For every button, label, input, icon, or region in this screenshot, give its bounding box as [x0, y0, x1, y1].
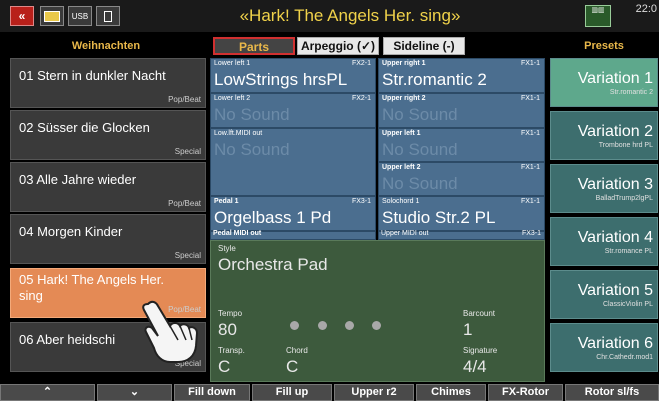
usb-icon[interactable]: USB [68, 6, 92, 26]
variation-2-button[interactable]: Variation 2 Trombone hrd PL [550, 111, 658, 160]
beat-dot [318, 321, 327, 330]
part-solochord-1[interactable]: Solochord 1 FX1-1 Studio Str.2 PL [378, 196, 545, 231]
transpose-value: C [218, 357, 231, 376]
chevron-up-icon: ⌃ [42, 386, 53, 398]
barcount-value: 1 [463, 320, 473, 339]
song-item[interactable]: 04 Morgen Kinder Special [10, 214, 206, 264]
song-item[interactable]: 02 Süsser die Glocken Special [10, 110, 206, 160]
song-name: 02 Süsser die Glocken [19, 120, 150, 135]
variation-3-button[interactable]: Variation 3 BalladTrump2lgPL [550, 164, 658, 213]
chimes-button[interactable]: Chimes [416, 384, 486, 401]
fx-rotor-button[interactable]: FX-Rotor [488, 384, 563, 401]
signature-label: Signature [463, 346, 498, 355]
back-button[interactable]: « [10, 6, 34, 26]
trash-icon[interactable] [96, 6, 120, 26]
song-name: 01 Stern in dunkler Nacht [19, 68, 166, 83]
song-name: 06 Aber heidschi [19, 332, 116, 347]
folder-header: Weihnachten [71, 40, 141, 52]
part-lower-left-2[interactable]: Lower left 2 FX2-1 No Sound [210, 93, 376, 128]
song-item[interactable]: 03 Alle Jahre wieder Pop/Beat [10, 162, 206, 212]
part-upper-left-2[interactable]: Upper left 2 FX1-1 No Sound [378, 162, 545, 196]
chord-value: C [286, 357, 299, 376]
tempo-label: Tempo [218, 309, 243, 318]
chord-label: Chord [286, 346, 308, 355]
tempo-value: 80 [218, 320, 237, 339]
upper-r2-button[interactable]: Upper r2 [334, 384, 414, 401]
fill-up-button[interactable]: Fill up [252, 384, 332, 401]
beat-dot [290, 321, 299, 330]
beat-dot [345, 321, 354, 330]
clock-time: 22:0 [635, 3, 657, 15]
chevron-down-icon: ⌄ [129, 386, 140, 398]
midi-out-row: Pedal MIDI out Upper MIDI out FX3-1 [213, 230, 541, 237]
song-style: Pop/Beat [168, 199, 201, 208]
song-style: Special [174, 251, 201, 260]
song-style: Special [174, 147, 201, 156]
page-title: «Hark! The Angels Her. sing» [239, 6, 461, 25]
scroll-down-button[interactable]: ⌄ [97, 384, 172, 401]
transpose-label: Transp. [218, 346, 245, 355]
song-item[interactable]: 01 Stern in dunkler Nacht Pop/Beat [10, 58, 206, 108]
part-upper-right-2[interactable]: Upper right 2 FX1-1 No Sound [378, 93, 545, 128]
variation-6-button[interactable]: Variation 6 Chr.Cathedr.mod1 [550, 323, 658, 372]
signature-value: 4/4 [463, 357, 487, 376]
variation-4-button[interactable]: Variation 4 Str.romance PL [550, 217, 658, 266]
double-left-arrow-icon: « [18, 9, 26, 23]
barcount-label: Barcount [463, 309, 496, 318]
tab-arpeggio[interactable]: Arpeggio (✓) [297, 37, 379, 55]
presets-header: Presets [584, 40, 624, 52]
part-upper-left-1[interactable]: Upper left 1 FX1-1 No Sound [378, 128, 545, 162]
folder-icon[interactable] [40, 6, 64, 26]
beat-dot [372, 321, 381, 330]
part-pedal-1[interactable]: Pedal 1 FX3-1 Orgelbass 1 Pd [210, 196, 376, 231]
song-name: 03 Alle Jahre wieder [19, 172, 137, 187]
rotor-slow-fast-button[interactable]: Rotor sl/fs [565, 384, 659, 401]
variation-5-button[interactable]: Variation 5 ClassicViolin PL [550, 270, 658, 319]
tab-parts[interactable]: Parts [213, 37, 295, 55]
song-style: Pop/Beat [168, 95, 201, 104]
tab-sideline[interactable]: Sideline (-) [383, 37, 465, 55]
part-lower-left-1[interactable]: Lower left 1 FX2-1 LowStrings hrsPL [210, 58, 376, 93]
style-name: Orchestra Pad [218, 255, 328, 274]
song-name: 04 Morgen Kinder [19, 224, 123, 239]
hand-pointer-icon [142, 300, 199, 363]
fill-down-button[interactable]: Fill down [174, 384, 250, 401]
style-label: Style [218, 244, 236, 253]
part-upper-right-1[interactable]: Upper right 1 FX1-1 Str.romantic 2 [378, 58, 545, 93]
scroll-up-button[interactable]: ⌃ [0, 384, 95, 401]
keyboard-icon[interactable]: ▥▥ [585, 5, 611, 27]
part-lower-midi-out[interactable]: Low.lft.MIDI out No Sound [210, 128, 376, 196]
variation-1-button[interactable]: Variation 1 Str.romantic 2 [550, 58, 658, 107]
